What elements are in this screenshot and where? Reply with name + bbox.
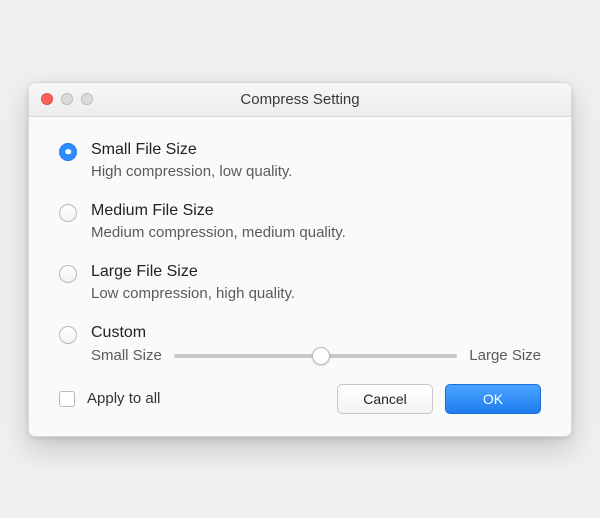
minimize-icon[interactable]: [61, 93, 73, 105]
custom-slider-row: Small Size Large Size: [91, 346, 541, 366]
slider-thumb-icon[interactable]: [312, 347, 330, 365]
option-medium-desc: Medium compression, medium quality.: [91, 224, 541, 241]
apply-all-label: Apply to all: [87, 390, 325, 407]
option-custom[interactable]: Custom Small Size Large Size: [59, 324, 541, 366]
radio-small[interactable]: [59, 143, 77, 161]
slider-right-label: Large Size: [469, 347, 541, 364]
option-small-label: Small File Size: [91, 141, 541, 159]
ok-button[interactable]: OK: [445, 384, 541, 414]
option-medium-body: Medium File Size Medium compression, med…: [91, 202, 541, 241]
radio-medium[interactable]: [59, 204, 77, 222]
option-custom-label: Custom: [91, 324, 541, 342]
radio-large[interactable]: [59, 265, 77, 283]
option-large-body: Large File Size Low compression, high qu…: [91, 263, 541, 302]
cancel-button[interactable]: Cancel: [337, 384, 433, 414]
option-medium-label: Medium File Size: [91, 202, 541, 220]
titlebar: Compress Setting: [29, 83, 571, 117]
dialog-footer: Apply to all Cancel OK: [59, 384, 541, 414]
cancel-button-label: Cancel: [363, 391, 407, 407]
close-icon[interactable]: [41, 93, 53, 105]
slider-left-label: Small Size: [91, 347, 162, 364]
apply-all-checkbox[interactable]: [59, 391, 75, 407]
zoom-icon[interactable]: [81, 93, 93, 105]
traffic-lights: [29, 93, 93, 105]
option-small[interactable]: Small File Size High compression, low qu…: [59, 141, 541, 180]
option-medium[interactable]: Medium File Size Medium compression, med…: [59, 202, 541, 241]
option-large-desc: Low compression, high quality.: [91, 285, 541, 302]
option-small-desc: High compression, low quality.: [91, 163, 541, 180]
window-title: Compress Setting: [29, 91, 571, 108]
radio-custom[interactable]: [59, 326, 77, 344]
ok-button-label: OK: [483, 391, 503, 407]
custom-size-slider[interactable]: [174, 346, 457, 366]
option-custom-body: Custom Small Size Large Size: [91, 324, 541, 366]
option-small-body: Small File Size High compression, low qu…: [91, 141, 541, 180]
dialog-content: Small File Size High compression, low qu…: [29, 117, 571, 436]
compress-settings-window: Compress Setting Small File Size High co…: [28, 82, 572, 437]
option-large[interactable]: Large File Size Low compression, high qu…: [59, 263, 541, 302]
option-large-label: Large File Size: [91, 263, 541, 281]
